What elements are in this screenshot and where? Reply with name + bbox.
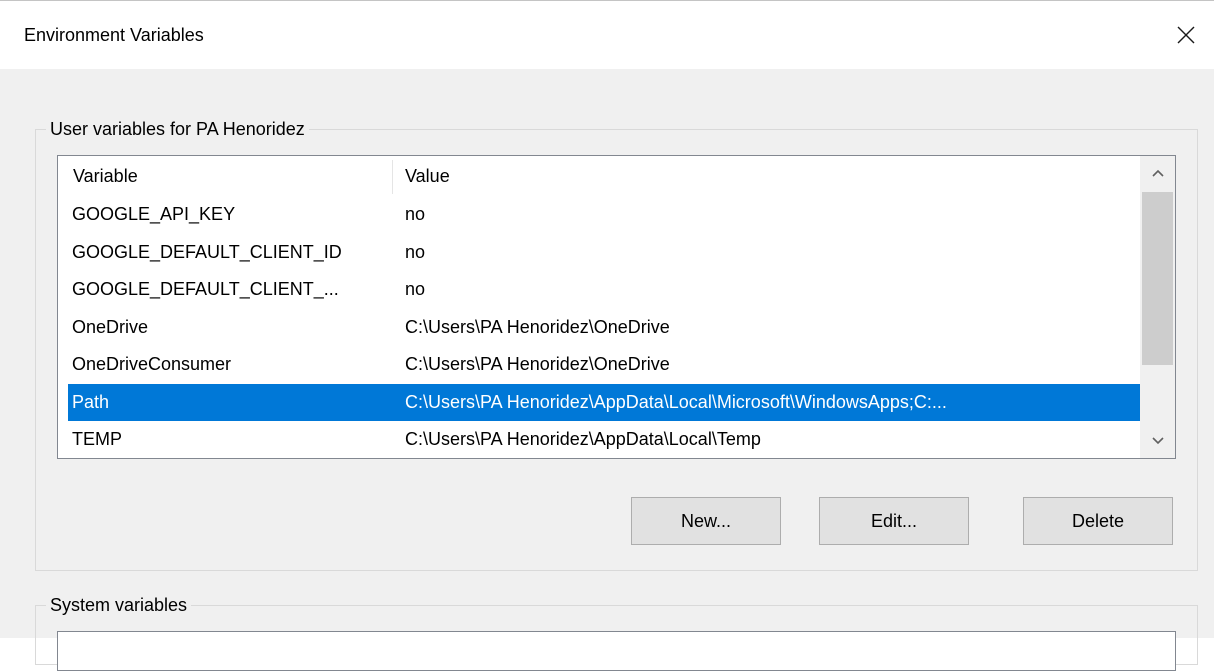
list-header: Variable Value — [58, 156, 1140, 196]
row-variable: GOOGLE_API_KEY — [72, 204, 236, 224]
table-row[interactable]: OneDrive C:\Users\PA Henoridez\OneDrive — [68, 309, 1140, 347]
row-value: no — [405, 204, 426, 224]
row-value: no — [405, 279, 426, 299]
table-row[interactable]: GOOGLE_API_KEY no — [68, 196, 1140, 234]
system-variables-list[interactable] — [57, 631, 1176, 671]
table-row[interactable]: GOOGLE_DEFAULT_CLIENT_... no — [68, 271, 1140, 309]
row-variable: GOOGLE_DEFAULT_CLIENT_... — [72, 279, 339, 299]
column-separator[interactable] — [392, 160, 393, 194]
chevron-up-icon — [1151, 169, 1164, 177]
scroll-up-button[interactable] — [1140, 156, 1175, 190]
table-row-selected[interactable]: Path C:\Users\PA Henoridez\AppData\Local… — [68, 383, 1140, 421]
new-button[interactable]: New... — [631, 497, 781, 545]
window-title: Environment Variables — [24, 25, 204, 45]
row-value: no — [405, 241, 426, 262]
scroll-down-button[interactable] — [1140, 424, 1175, 458]
close-button[interactable] — [1164, 15, 1208, 55]
title-bar: Environment Variables — [0, 1, 1214, 69]
user-variables-list[interactable]: Variable Value GOOGLE_API_KEY no GOOGLE_… — [57, 155, 1176, 459]
row-value: C:\Users\PA Henoridez\OneDrive — [405, 354, 670, 374]
edit-button[interactable]: Edit... — [819, 497, 969, 545]
user-variables-legend: User variables for PA Henoridez — [46, 117, 309, 141]
row-value: C:\Users\PA Henoridez\AppData\Local\Temp — [405, 429, 761, 449]
chevron-down-icon — [1151, 437, 1164, 445]
dialog-body: User variables for PA Henoridez Variable… — [0, 69, 1214, 671]
delete-button[interactable]: Delete — [1023, 497, 1173, 545]
row-variable: OneDrive — [72, 316, 149, 337]
row-variable: OneDriveConsumer — [72, 354, 232, 374]
list-rows: GOOGLE_API_KEY no GOOGLE_DEFAULT_CLIENT_… — [58, 196, 1140, 458]
scrollbar-thumb[interactable] — [1142, 192, 1173, 365]
column-header-variable[interactable]: Variable — [73, 156, 138, 196]
row-variable: TEMP — [72, 429, 123, 449]
close-icon — [1177, 26, 1195, 44]
row-variable: Path — [72, 391, 110, 412]
row-variable: GOOGLE_DEFAULT_CLIENT_ID — [72, 241, 342, 262]
row-value: C:\Users\PA Henoridez\OneDrive — [405, 316, 670, 337]
system-variables-group: System variables — [35, 593, 1198, 671]
row-value: C:\Users\PA Henoridez\AppData\Local\Micr… — [405, 391, 947, 412]
vertical-scrollbar[interactable] — [1140, 156, 1175, 458]
user-variables-group: User variables for PA Henoridez Variable… — [35, 117, 1198, 571]
system-variables-legend: System variables — [46, 593, 192, 617]
column-header-value[interactable]: Value — [405, 156, 450, 196]
table-row[interactable]: GOOGLE_DEFAULT_CLIENT_ID no — [68, 234, 1140, 272]
table-row[interactable]: TEMP C:\Users\PA Henoridez\AppData\Local… — [68, 421, 1140, 458]
table-row[interactable]: OneDriveConsumer C:\Users\PA Henoridez\O… — [68, 346, 1140, 384]
